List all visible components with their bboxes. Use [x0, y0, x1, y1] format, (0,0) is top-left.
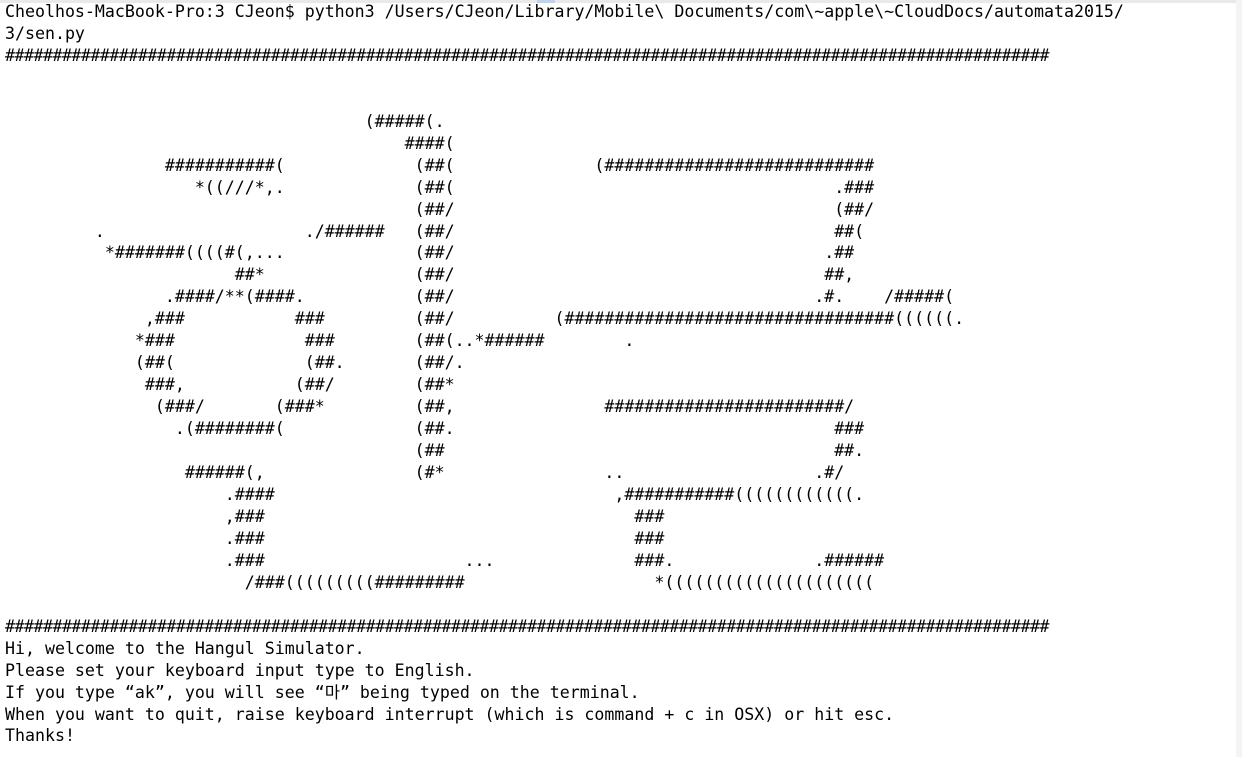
ascii-art-line: ###, (##/ (##* [5, 375, 455, 395]
keyboard-instruction: Please set your keyboard input type to E… [5, 660, 475, 680]
scrollbar[interactable] [1236, 0, 1242, 757]
typing-example: If you type “ak”, you will see “마” being… [5, 682, 640, 702]
ascii-art-line: *#######((((#(,... (##/ .## [5, 243, 855, 263]
ascii-art-line: (#####(. [5, 111, 445, 131]
ascii-art-line: *((///*,. (##( .### [5, 177, 875, 197]
ascii-art-line: *### ### (##(..*###### . [5, 331, 635, 351]
ascii-art-line: . ./###### (##/ ##( [5, 221, 865, 241]
command-line: Cheolhos-MacBook-Pro:3 CJeon$ python3 /U… [5, 2, 1124, 21]
ascii-art-line: ,### ### (##/ (#########################… [5, 309, 965, 329]
thanks-message: Thanks! [5, 726, 75, 746]
quit-instruction: When you want to quit, raise keyboard in… [5, 704, 895, 724]
ascii-art-line: (###/ (###* (##, #######################… [5, 397, 855, 417]
ascii-art-line: (##/ (##/ [5, 199, 875, 219]
ascii-art-line: (## ##. [5, 441, 865, 461]
ascii-art-line: ##* (##/ ##, [5, 265, 855, 285]
ascii-art-line: ,### ### [5, 506, 665, 526]
ascii-art-line: /###(((((((((######### *((((((((((((((((… [5, 572, 875, 592]
hash-rule-bottom: ########################################… [5, 616, 1049, 636]
welcome-message: Hi, welcome to the Hangul Simulator. [5, 638, 365, 658]
ascii-art-line: ######(, (#* .. .#/ [5, 463, 845, 483]
ascii-art-line: (##( (##. (##/. [5, 353, 465, 373]
ascii-art-line: ####( [5, 133, 455, 153]
command-line-wrap: 3/sen.py [5, 23, 85, 43]
ascii-art-line: .### ### [5, 528, 665, 548]
ascii-art-line: .####/**(####. (##/ .#. /#####( [5, 287, 955, 307]
terminal-window[interactable]: Cheolhos-MacBook-Pro:3 CJeon$ python3 /U… [0, 0, 1242, 757]
ascii-art-line [5, 67, 1124, 89]
ascii-art-line [5, 594, 1124, 616]
ascii-art-line: .#### ,###########((((((((((((. [5, 484, 865, 504]
ascii-art-line: .### ... ###. .###### [5, 550, 885, 570]
hash-rule-top: ########################################… [5, 45, 1049, 65]
ascii-art-line [5, 89, 1124, 111]
ascii-art-line: ###########( (##( (#####################… [5, 155, 875, 175]
ascii-art-line: .(########( (##. ### [5, 419, 865, 439]
terminal-output[interactable]: Cheolhos-MacBook-Pro:3 CJeon$ python3 /U… [5, 1, 1124, 747]
